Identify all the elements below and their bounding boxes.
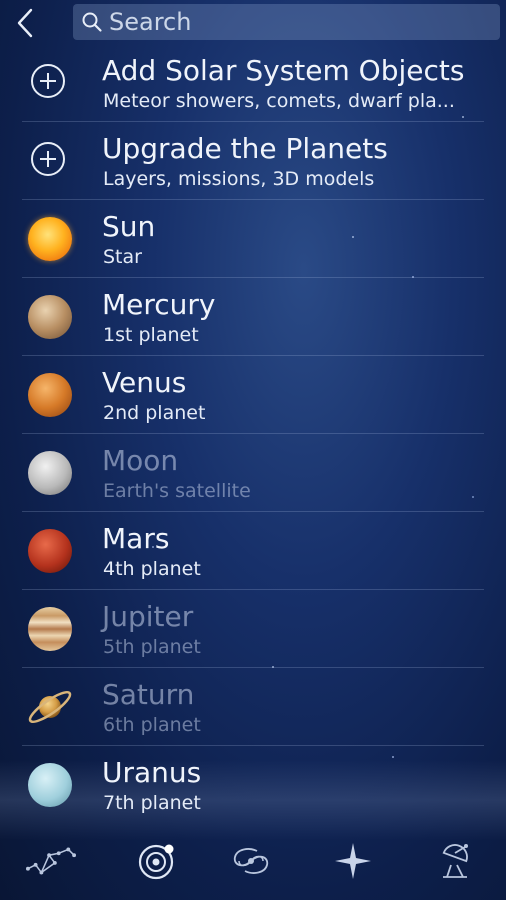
thumb (26, 761, 74, 809)
list-item-saturn[interactable]: Saturn 6th planet (0, 668, 506, 746)
tab-satellites[interactable] (430, 836, 480, 886)
item-title: Mars (102, 522, 170, 555)
list-item-mars[interactable]: Mars 4th planet (0, 512, 506, 590)
thumb (26, 59, 74, 107)
thumb (26, 371, 74, 419)
deep-sky-icon (233, 848, 269, 874)
item-title: Moon (102, 444, 179, 477)
search-input[interactable] (109, 8, 489, 36)
tab-deep-sky[interactable] (226, 836, 276, 886)
item-title: Mercury (102, 288, 216, 321)
sun-icon (28, 217, 72, 261)
item-subtitle: Layers, missions, 3D models (103, 168, 375, 190)
plus-circle-icon (31, 64, 65, 98)
tab-solar-system[interactable] (132, 836, 182, 886)
satellite-icon (442, 844, 468, 878)
thumb (26, 605, 74, 653)
venus-icon (28, 373, 72, 417)
back-button[interactable] (8, 6, 42, 40)
tab-constellations[interactable] (26, 836, 76, 886)
chevron-left-icon (17, 8, 33, 38)
top-bar (0, 0, 506, 44)
item-subtitle: 4th planet (103, 558, 201, 580)
item-subtitle: 1st planet (103, 324, 199, 346)
list-item-venus[interactable]: Venus 2nd planet (0, 356, 506, 434)
item-title: Saturn (102, 678, 195, 711)
list-item-jupiter[interactable]: Jupiter 5th planet (0, 590, 506, 668)
item-subtitle: 7th planet (103, 792, 201, 814)
uranus-icon (28, 763, 72, 807)
item-subtitle: 2nd planet (103, 402, 206, 424)
item-subtitle: Earth's satellite (103, 480, 251, 502)
item-subtitle: Star (103, 246, 142, 268)
item-title: Jupiter (102, 600, 194, 633)
constellations-icon (26, 847, 76, 875)
item-title: Sun (102, 210, 156, 243)
list-item-mercury[interactable]: Mercury 1st planet (0, 278, 506, 356)
solar-system-icon (138, 844, 174, 880)
tab-stars[interactable] (328, 836, 378, 886)
thumb (26, 293, 74, 341)
list-item-add-solar-system-objects[interactable]: Add Solar System Objects Meteor showers,… (0, 44, 506, 122)
item-subtitle: 6th planet (103, 714, 201, 736)
four-point-star-icon (335, 843, 371, 879)
list-item-sun[interactable]: Sun Star (0, 200, 506, 278)
list-item-moon[interactable]: Moon Earth's satellite (0, 434, 506, 512)
item-subtitle: 5th planet (103, 636, 201, 658)
thumb (26, 215, 74, 263)
search-icon (81, 11, 103, 33)
plus-circle-icon (31, 142, 65, 176)
mercury-icon (28, 295, 72, 339)
saturn-icon (28, 690, 72, 724)
list-item-upgrade-the-planets[interactable]: Upgrade the Planets Layers, missions, 3D… (0, 122, 506, 200)
item-subtitle: Meteor showers, comets, dwarf pla... (103, 90, 455, 112)
search-box[interactable] (73, 4, 500, 40)
jupiter-icon (28, 607, 72, 651)
thumb (26, 137, 74, 185)
object-list: Add Solar System Objects Meteor showers,… (0, 44, 506, 818)
item-title: Uranus (102, 756, 202, 789)
thumb (26, 527, 74, 575)
thumb (26, 449, 74, 497)
thumb (26, 683, 74, 731)
bottom-toolbar (0, 818, 506, 900)
item-title: Upgrade the Planets (102, 132, 388, 165)
item-title: Venus (102, 366, 187, 399)
item-title: Add Solar System Objects (102, 54, 465, 87)
moon-icon (28, 451, 72, 495)
list-item-uranus[interactable]: Uranus 7th planet (0, 746, 506, 818)
mars-icon (28, 529, 72, 573)
